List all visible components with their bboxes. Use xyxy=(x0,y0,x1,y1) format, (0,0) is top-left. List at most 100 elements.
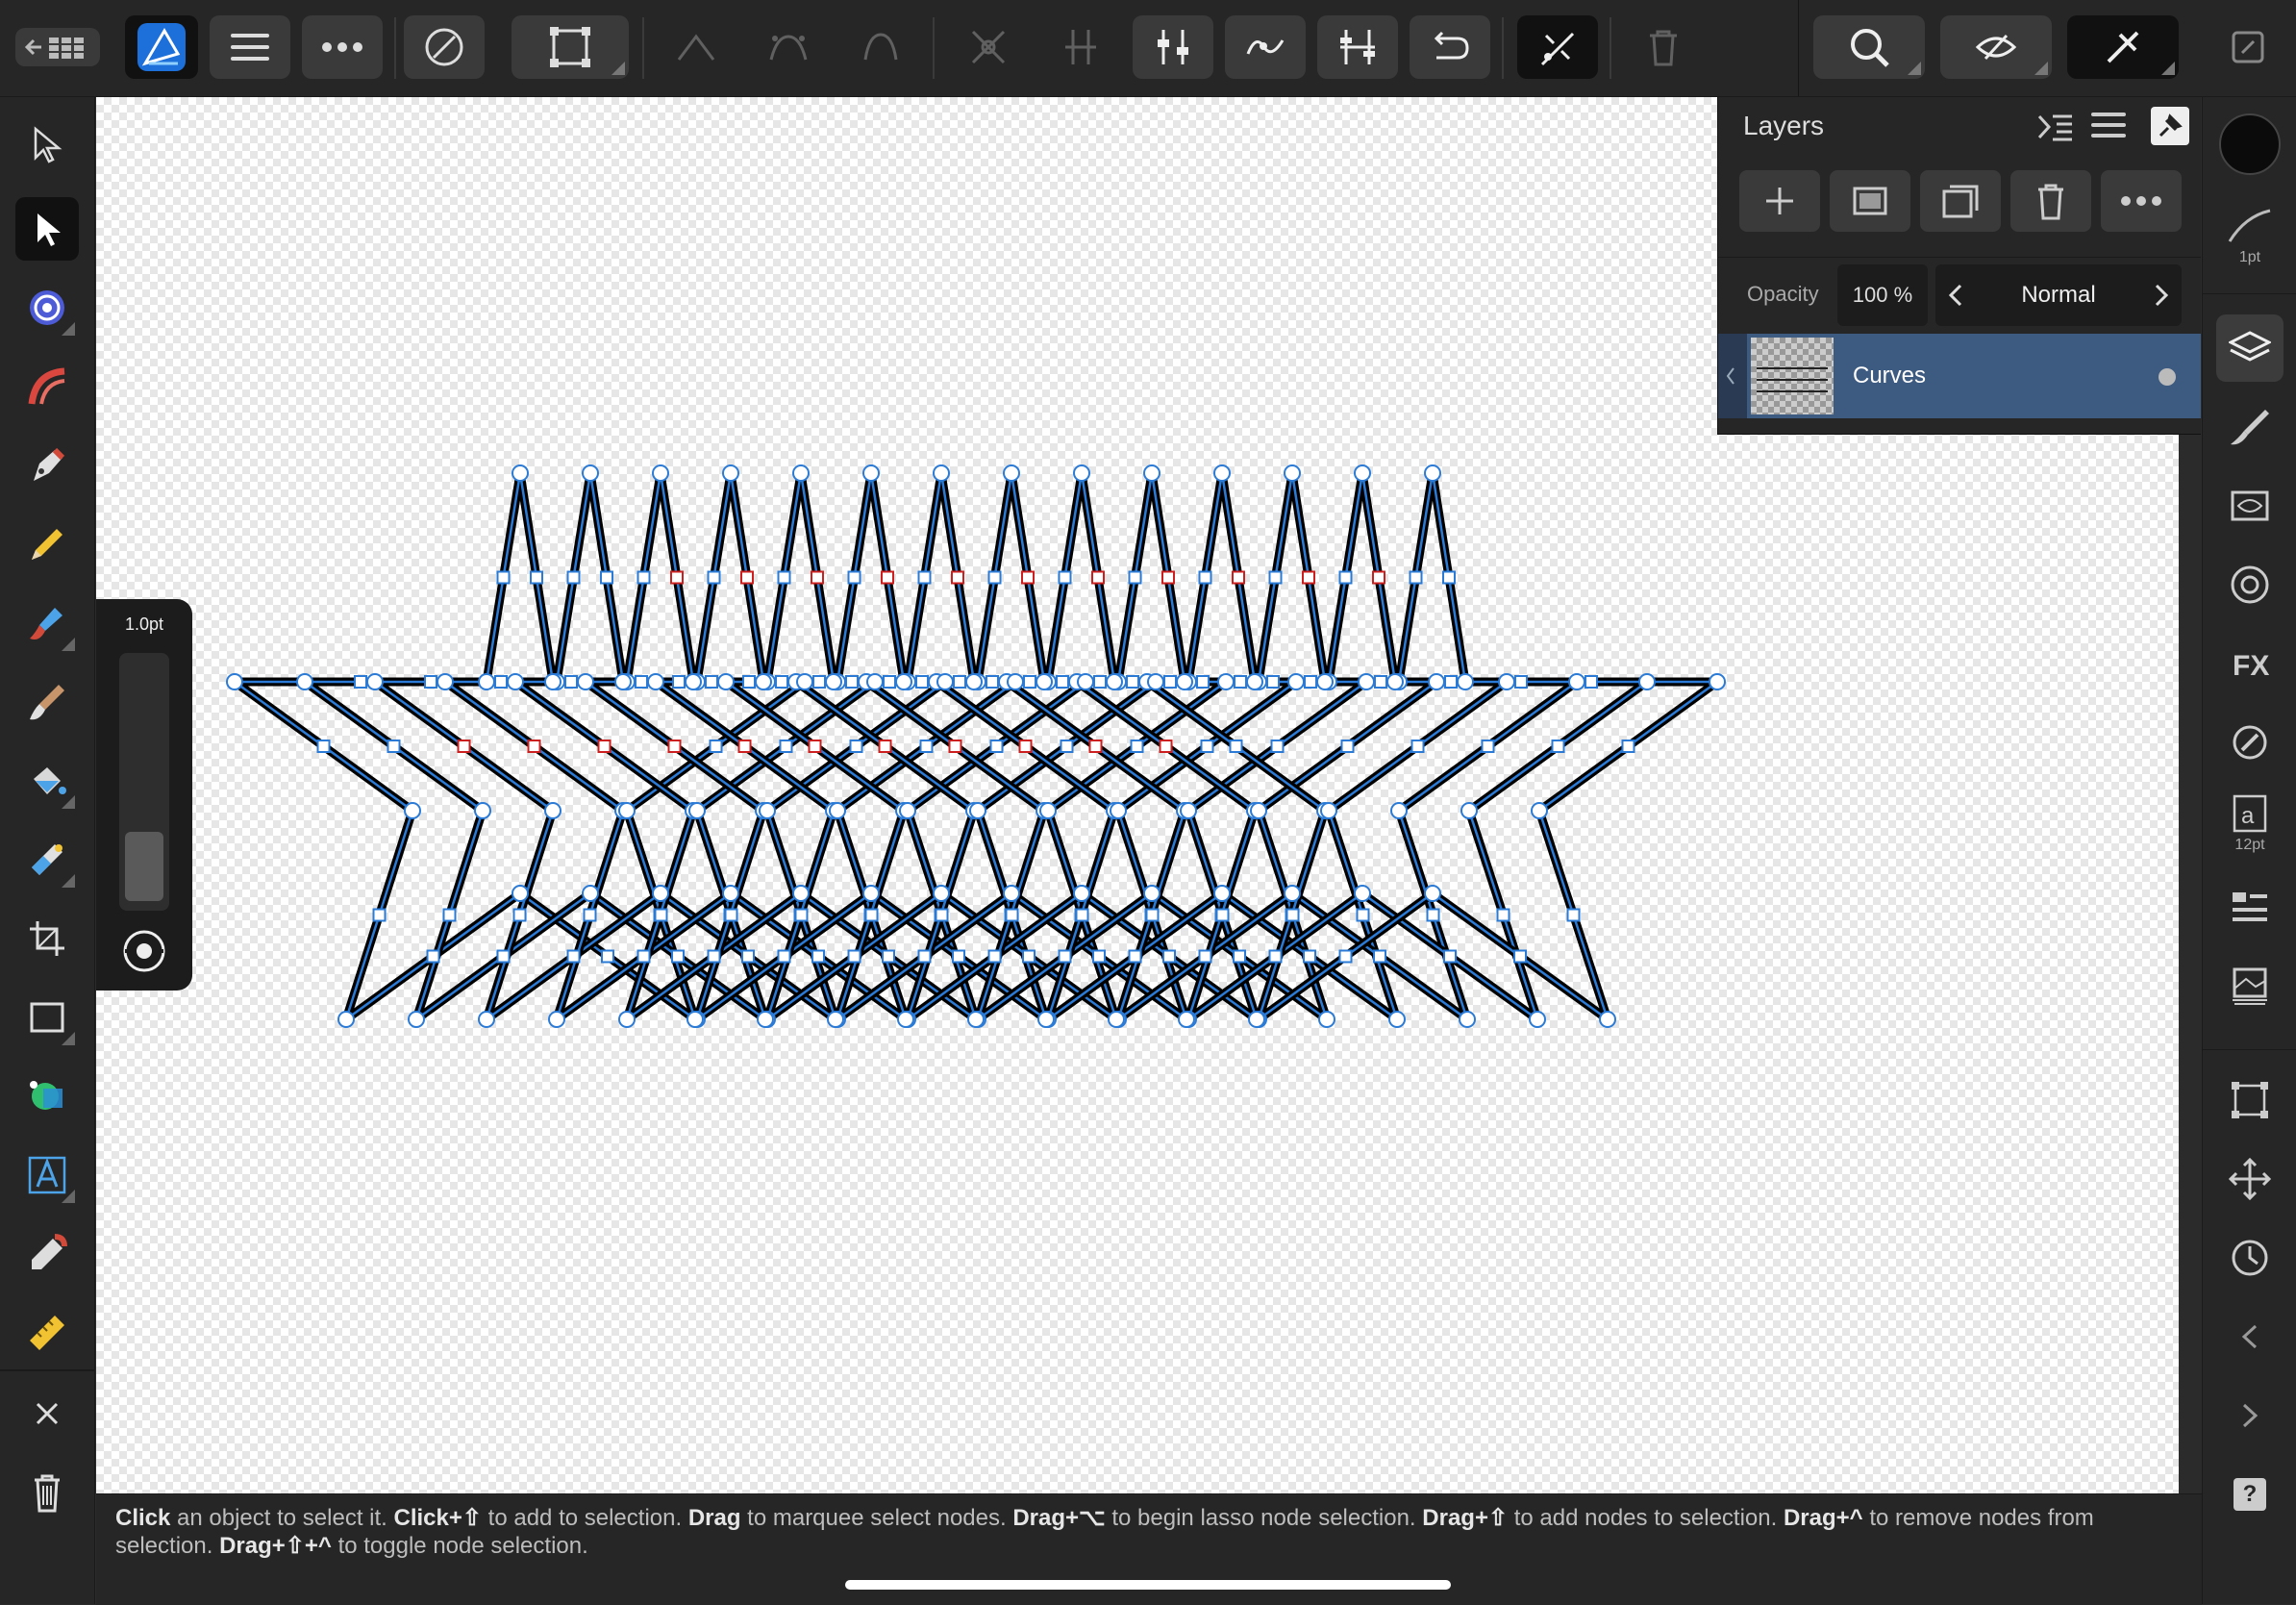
path-node[interactable] xyxy=(1638,673,1656,690)
pin-panel-button[interactable] xyxy=(2151,107,2189,145)
delete-layer-button[interactable] xyxy=(2010,170,2091,232)
join-curves-button[interactable] xyxy=(1225,15,1306,79)
add-layer-button[interactable] xyxy=(1739,170,1820,232)
path-node[interactable] xyxy=(825,673,842,690)
control-handle[interactable] xyxy=(707,949,721,964)
control-handle[interactable] xyxy=(354,675,367,689)
path-node[interactable] xyxy=(478,1011,495,1028)
control-handle[interactable] xyxy=(1196,675,1210,689)
fill-tool[interactable] xyxy=(15,749,79,813)
path-node[interactable] xyxy=(1250,802,1267,819)
control-handle[interactable] xyxy=(915,675,929,689)
control-handle[interactable] xyxy=(1270,740,1285,753)
control-handle[interactable] xyxy=(1058,949,1072,964)
control-handle[interactable] xyxy=(1340,740,1355,753)
path-node[interactable] xyxy=(895,673,912,690)
path-node[interactable] xyxy=(862,464,880,482)
transform-studio-button[interactable] xyxy=(2216,1066,2284,1134)
path-node[interactable] xyxy=(1077,673,1094,690)
control-handle[interactable] xyxy=(811,949,825,964)
transparency-tool[interactable] xyxy=(15,828,79,891)
undo-node-button[interactable] xyxy=(1410,15,1490,79)
pressure-toggle-button[interactable] xyxy=(121,928,167,974)
path-node[interactable] xyxy=(544,802,562,819)
path-node[interactable] xyxy=(1180,802,1197,819)
path-node[interactable] xyxy=(1178,1011,1195,1028)
expand-studio-button[interactable] xyxy=(2216,1382,2284,1449)
pen-tool[interactable] xyxy=(15,434,79,497)
control-handle[interactable] xyxy=(654,908,668,922)
layers-studio-button[interactable] xyxy=(2216,314,2284,382)
path-node[interactable] xyxy=(1003,464,1020,482)
control-handle[interactable] xyxy=(1266,675,1280,689)
control-handle[interactable] xyxy=(442,908,457,922)
path-node[interactable] xyxy=(1529,1011,1546,1028)
path-node[interactable] xyxy=(965,673,983,690)
path-node[interactable] xyxy=(792,464,810,482)
control-handle[interactable] xyxy=(564,675,578,689)
path-node[interactable] xyxy=(544,673,562,690)
control-handle[interactable] xyxy=(808,740,822,753)
control-handle[interactable] xyxy=(1088,740,1103,753)
control-handle[interactable] xyxy=(1234,675,1247,689)
symbols-studio-button[interactable] xyxy=(2216,874,2284,941)
control-handle[interactable] xyxy=(1093,675,1107,689)
path-node[interactable] xyxy=(404,802,421,819)
control-handle[interactable] xyxy=(1304,675,1317,689)
control-handle[interactable] xyxy=(387,740,401,753)
control-handle[interactable] xyxy=(1018,740,1033,753)
path-node[interactable] xyxy=(1459,1011,1476,1028)
control-handle[interactable] xyxy=(1410,740,1425,753)
layer-visibility-dot[interactable] xyxy=(2159,368,2176,386)
control-handle[interactable] xyxy=(597,740,611,753)
path-node[interactable] xyxy=(512,464,529,482)
path-node[interactable] xyxy=(1007,673,1024,690)
path-node[interactable] xyxy=(1498,673,1515,690)
control-handle[interactable] xyxy=(1058,570,1072,585)
control-handle[interactable] xyxy=(777,570,791,585)
control-handle[interactable] xyxy=(1302,570,1315,585)
path-node[interactable] xyxy=(686,1011,704,1028)
layer-expand-handle[interactable] xyxy=(1718,334,1747,418)
path-node[interactable] xyxy=(1036,673,1053,690)
stroke-width-slider[interactable] xyxy=(119,653,169,911)
path-node[interactable] xyxy=(722,464,739,482)
text-styles-button[interactable]: a 12pt xyxy=(2216,786,2284,863)
vector-brush-tool[interactable] xyxy=(15,591,79,655)
control-handle[interactable] xyxy=(1426,908,1440,922)
control-handle[interactable] xyxy=(812,675,826,689)
path-node[interactable] xyxy=(1073,464,1090,482)
control-handle[interactable] xyxy=(1444,675,1458,689)
zoom-button[interactable] xyxy=(1813,15,1925,79)
path-node[interactable] xyxy=(688,802,706,819)
control-handle[interactable] xyxy=(583,908,597,922)
crop-tool[interactable] xyxy=(15,907,79,970)
path-node[interactable] xyxy=(722,885,739,902)
control-handle[interactable] xyxy=(636,570,651,585)
path-node[interactable] xyxy=(1213,885,1231,902)
control-handle[interactable] xyxy=(1022,949,1036,964)
control-handle[interactable] xyxy=(1585,675,1598,689)
control-handle[interactable] xyxy=(811,570,824,585)
styles-studio-button[interactable] xyxy=(2216,709,2284,776)
effects-studio-button[interactable]: FX xyxy=(2216,630,2284,697)
path-node[interactable] xyxy=(618,802,636,819)
path-node[interactable] xyxy=(1316,673,1334,690)
path-node[interactable] xyxy=(1457,673,1474,690)
control-handle[interactable] xyxy=(1021,570,1035,585)
path-node[interactable] xyxy=(1246,673,1263,690)
control-handle[interactable] xyxy=(740,570,754,585)
path-node[interactable] xyxy=(685,673,702,690)
control-handle[interactable] xyxy=(742,675,756,689)
transform-mode-button[interactable] xyxy=(512,15,629,79)
reverse-curve-button[interactable] xyxy=(1317,15,1398,79)
path-node[interactable] xyxy=(582,885,599,902)
path-node[interactable] xyxy=(936,673,954,690)
corner-tool[interactable] xyxy=(15,276,79,339)
control-handle[interactable] xyxy=(1356,908,1370,922)
control-handle[interactable] xyxy=(935,908,949,922)
path-node[interactable] xyxy=(967,1011,985,1028)
group-layers-button[interactable] xyxy=(1920,170,2001,232)
back-to-documents-button[interactable] xyxy=(13,15,102,79)
path-node[interactable] xyxy=(866,673,884,690)
